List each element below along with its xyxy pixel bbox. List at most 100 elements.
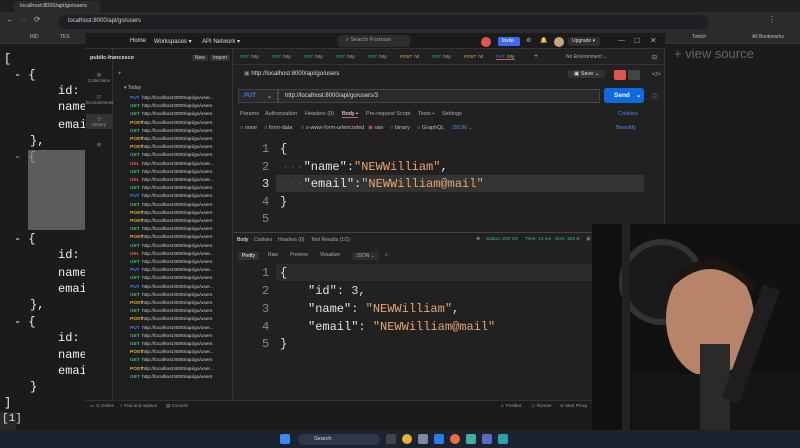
menu-icon[interactable]: ⋮ — [768, 15, 776, 24]
add-tab-icon[interactable]: + — [534, 53, 538, 60]
response-time[interactable]: Time: 14 ms — [525, 237, 551, 242]
vscode-icon[interactable] — [434, 434, 444, 444]
json-line[interactable]: - { — [14, 150, 36, 164]
status-proxy[interactable]: ⊘ Start Proxy — [560, 403, 587, 409]
layout-icon[interactable]: ▭ — [90, 403, 94, 409]
request-tab[interactable]: GET http — [272, 54, 291, 59]
body-opt-binary[interactable]: ○ binary — [390, 125, 410, 131]
request-tab[interactable]: GET http — [240, 54, 259, 59]
rail-more[interactable]: ⊞ — [86, 142, 112, 148]
response-size[interactable]: Size: 302 B — [555, 237, 580, 242]
res-tab-body[interactable]: Body — [237, 237, 248, 243]
taskbar-search[interactable]: Search — [298, 434, 380, 445]
json-line[interactable]: - { — [14, 68, 36, 82]
nav-api-network[interactable]: API Network ▾ — [202, 38, 240, 45]
profile-avatar[interactable] — [554, 37, 564, 47]
tab-settings[interactable]: Settings — [442, 111, 462, 117]
nav-workspaces[interactable]: Workspaces ▾ — [154, 38, 192, 45]
address-bar[interactable]: localhost:8000/api/go/users — [58, 15, 708, 29]
comment-icon[interactable] — [628, 70, 640, 80]
bell-icon[interactable]: 🔔 — [540, 37, 547, 44]
gear-icon[interactable]: ⚙ — [526, 37, 531, 44]
windows-start-icon[interactable] — [280, 434, 290, 444]
app-icon[interactable] — [498, 434, 508, 444]
res-tab-cookies[interactable]: Cookies — [254, 237, 272, 243]
body-opt-graphql[interactable]: ○ GraphQL — [417, 125, 444, 131]
maximize-icon[interactable]: ☐ — [634, 37, 640, 45]
request-tab[interactable]: PUT http — [496, 54, 515, 60]
wrap-icon[interactable]: ≡ — [385, 252, 388, 258]
environment-quicklook-icon[interactable]: ⊟ — [652, 54, 657, 61]
res-tab-tests[interactable]: Test Results (1/1) — [311, 237, 350, 243]
response-format-select[interactable]: JSON ⌄ — [352, 252, 379, 260]
beautify-link[interactable]: Beautify — [616, 125, 636, 131]
import-button[interactable]: Import — [210, 55, 231, 61]
workspace-name[interactable]: public-francesco — [90, 55, 134, 61]
task-view-icon[interactable] — [386, 434, 396, 444]
avatar[interactable] — [481, 37, 491, 47]
history-group-today[interactable]: ▾ Today — [124, 85, 141, 91]
body-opt-formdata[interactable]: ○ form-data — [264, 125, 292, 131]
request-title[interactable]: ▣ http://localhost:8000/api/go/users — [244, 70, 339, 77]
invite-button[interactable]: Invite — [498, 37, 520, 46]
request-tab[interactable]: GET http — [336, 54, 355, 59]
status-console[interactable]: ▤ Console — [166, 403, 188, 409]
view-visualize[interactable]: Visualize — [320, 252, 340, 258]
app-icon[interactable] — [482, 434, 492, 444]
environment-select[interactable]: No Environment ⌄ — [566, 54, 607, 60]
status-runner[interactable]: ▷ Runner — [532, 403, 551, 409]
view-source-link[interactable]: + view source — [674, 46, 800, 64]
request-tab[interactable]: POST htt — [400, 54, 419, 59]
view-raw[interactable]: Raw — [268, 252, 278, 258]
bookmark-ind[interactable]: IND — [30, 34, 39, 40]
forward-icon[interactable]: → — [20, 15, 28, 24]
edit-icon[interactable] — [614, 70, 626, 80]
rail-environments[interactable]: ◫ Environments — [86, 94, 114, 105]
request-tab[interactable]: POST htt — [464, 54, 483, 59]
tab-authorization[interactable]: Authorization — [265, 111, 297, 117]
status-find-replace[interactable]: ⌕ Find and replace — [120, 403, 157, 408]
body-format-select[interactable]: JSON ⌄ — [452, 125, 473, 131]
settings-icon[interactable] — [418, 434, 428, 444]
request-tab[interactable]: GET http — [368, 54, 387, 59]
upgrade-button[interactable]: Upgrade ▾ — [568, 37, 600, 46]
send-button[interactable]: Send ⌄ — [604, 88, 644, 103]
tab-headers[interactable]: Headers (9) — [305, 111, 334, 117]
postman-search[interactable]: ⌕ Search Postman — [338, 35, 410, 47]
tab-prerequest[interactable]: Pre-request Script — [366, 111, 410, 117]
status-postbot[interactable]: ☺ Postbot — [500, 403, 521, 408]
method-select[interactable]: PUT ⌄ — [238, 89, 278, 103]
body-opt-none[interactable]: ○ none — [240, 125, 257, 131]
tab-params[interactable]: Params — [240, 111, 259, 117]
code-icon[interactable]: </> — [652, 72, 661, 78]
bookmark-twitch[interactable]: Twitch — [692, 34, 706, 40]
status-badge[interactable]: Status: 200 OK — [486, 237, 519, 242]
view-preview[interactable]: Preview — [290, 252, 308, 258]
minimize-icon[interactable]: — — [618, 37, 625, 44]
bookmark-all[interactable]: All Bookmarks — [752, 34, 784, 40]
request-tab[interactable]: GET http — [304, 54, 323, 59]
info-icon[interactable]: ⓘ — [652, 92, 658, 101]
browser-tab[interactable]: localhost:8000/api/go/users — [14, 1, 100, 12]
cookies-link[interactable]: Cookies — [618, 111, 638, 117]
res-tab-headers[interactable]: Headers (6) — [278, 237, 304, 243]
tab-body[interactable]: Body • — [342, 111, 358, 118]
postman-icon[interactable] — [450, 434, 460, 444]
new-button[interactable]: New — [192, 55, 209, 61]
history-item[interactable]: GET http://localhost:8000/api/go/users — [130, 375, 230, 385]
request-url-input[interactable]: http://localhost:8000/api/go/users/3 — [278, 89, 600, 103]
json-line[interactable]: - { — [14, 315, 36, 329]
rail-collections[interactable]: ▤ Collections — [86, 72, 112, 83]
nav-home[interactable]: Home — [130, 38, 146, 44]
add-icon[interactable]: + — [118, 71, 122, 77]
back-icon[interactable]: ← — [6, 15, 14, 24]
app-icon[interactable] — [466, 434, 476, 444]
rail-history[interactable]: ◷ History — [86, 114, 112, 129]
bookmark-tes[interactable]: TES — [60, 34, 70, 40]
json-line[interactable]: - { — [14, 232, 36, 246]
save-button[interactable]: ▣ Save ⌄ — [568, 70, 606, 78]
chrome-icon[interactable] — [402, 434, 412, 444]
tab-tests[interactable]: Tests • — [418, 111, 434, 117]
body-opt-raw[interactable]: ◉ raw — [368, 125, 383, 131]
status-online[interactable]: ⊙ Online — [96, 403, 114, 409]
